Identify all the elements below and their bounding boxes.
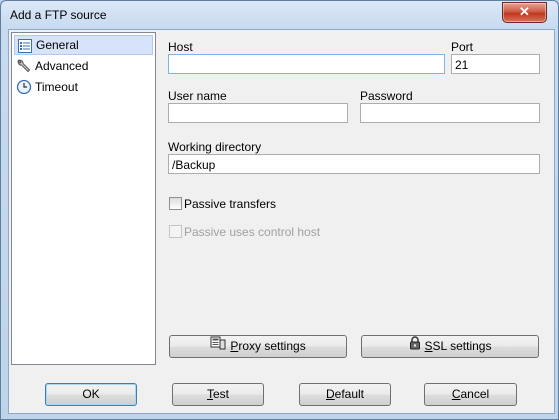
nav-item-label: Advanced (35, 59, 89, 73)
passive-transfers-checkbox[interactable] (169, 197, 182, 210)
workdir-input[interactable]: /Backup (168, 154, 540, 174)
nav-item-advanced[interactable]: Advanced (14, 56, 153, 76)
port-input[interactable]: 21 (451, 54, 540, 74)
proxy-icon (210, 336, 226, 357)
nav-item-label: Timeout (35, 80, 78, 94)
clock-icon (16, 79, 32, 95)
default-button[interactable]: Default (299, 383, 391, 406)
password-label: Password (360, 89, 413, 103)
passive-transfers-label[interactable]: Passive transfers (184, 197, 276, 211)
proxy-settings-label: Proxy settings (230, 339, 306, 353)
cancel-button[interactable]: Cancel (424, 383, 517, 406)
nav-item-label: General (36, 38, 79, 52)
wrench-icon (16, 58, 32, 74)
username-label: User name (168, 89, 227, 103)
proxy-settings-button[interactable]: Proxy settings (169, 335, 347, 358)
host-input[interactable] (168, 54, 445, 74)
test-button[interactable]: Test (172, 383, 264, 406)
settings-nav-list[interactable]: General Advanced Timeout (11, 32, 156, 365)
nav-item-timeout[interactable]: Timeout (14, 77, 153, 97)
username-input[interactable] (168, 103, 348, 123)
ok-button[interactable]: OK (45, 383, 137, 406)
ssl-settings-button[interactable]: SSL settings (361, 335, 539, 358)
password-input[interactable] (360, 103, 540, 123)
host-label: Host (168, 40, 193, 54)
dialog-window: Add a FTP source ✕ General Advanced Time… (0, 0, 559, 420)
close-button[interactable]: ✕ (502, 2, 547, 23)
lock-icon (409, 336, 421, 357)
title-bar[interactable]: Add a FTP source ✕ (1, 1, 558, 29)
close-icon: ✕ (519, 4, 530, 19)
port-label: Port (451, 40, 474, 54)
nav-item-general[interactable]: General (14, 35, 153, 55)
workdir-label: Working directory (168, 140, 262, 154)
passive-control-host-label: Passive uses control host (184, 225, 321, 239)
ssl-settings-label: SSL settings (424, 339, 492, 353)
list-icon (17, 38, 33, 54)
passive-control-host-checkbox (169, 225, 182, 238)
window-title: Add a FTP source (10, 8, 107, 22)
dialog-client-area: General Advanced Timeout Host Port 21 Us… (8, 29, 555, 414)
